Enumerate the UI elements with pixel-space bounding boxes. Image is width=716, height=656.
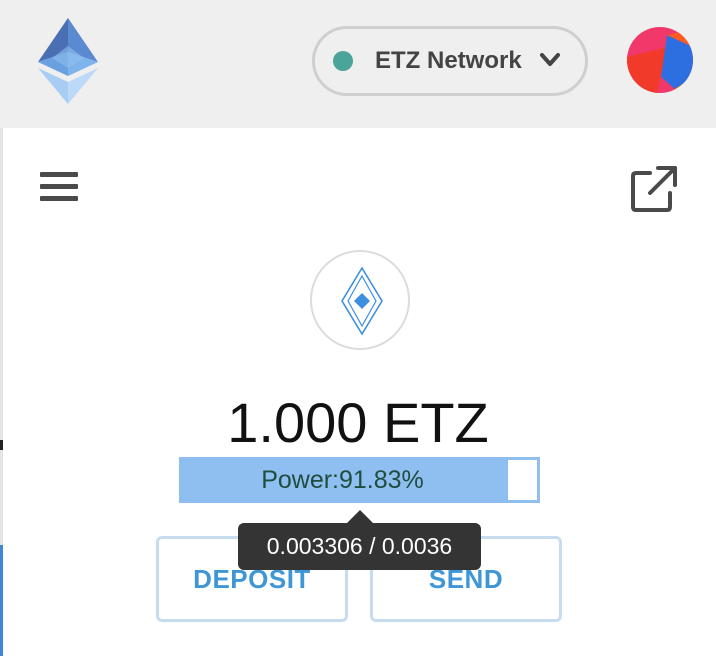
hamburger-menu-icon[interactable] [40,170,80,204]
app-header: ETZ Network [0,0,716,128]
account-identicon[interactable] [627,27,693,93]
etz-token-icon [341,266,383,336]
token-avatar [310,250,410,350]
network-status-dot [333,51,353,71]
ethereum-diamond-icon[interactable] [38,18,98,104]
power-bar: Power:91.83% [179,457,540,503]
network-label: ETZ Network [375,47,522,74]
power-tooltip: 0.003306 / 0.0036 [238,523,481,570]
open-in-new-window-icon[interactable] [630,165,678,213]
balance-display: 1.000 ETZ [227,391,489,454]
chevron-down-icon [540,53,560,66]
network-selector[interactable]: ETZ Network [312,26,588,96]
tooltip-arrow [346,510,374,524]
power-label: Power:91.83% [261,465,424,494]
